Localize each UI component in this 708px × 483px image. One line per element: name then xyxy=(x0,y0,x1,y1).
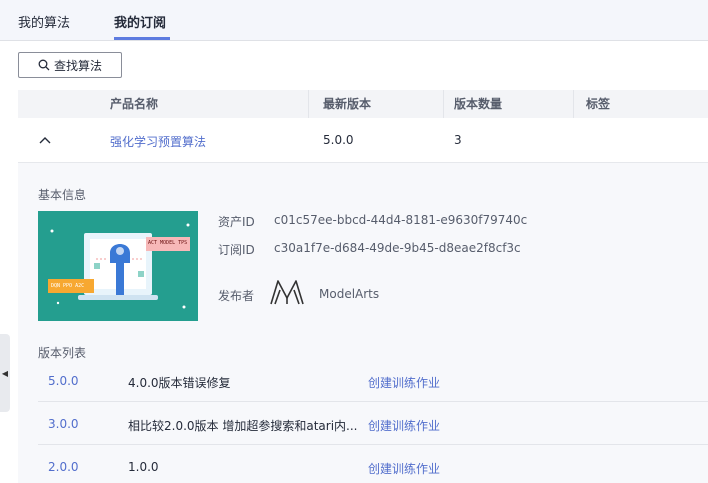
column-header-version-count: 版本数量 xyxy=(454,97,503,111)
table-header: 产品名称 最新版本 版本数量 标签 xyxy=(18,90,708,118)
find-algorithm-label: 查找算法 xyxy=(53,58,102,73)
table-row: 强化学习预置算法 5.0.0 3 xyxy=(18,118,708,163)
divider xyxy=(38,401,708,402)
basic-info-title: 基本信息 xyxy=(38,188,87,202)
latest-version-value: 5.0.0 xyxy=(323,133,354,147)
create-training-job-link[interactable]: 创建训练作业 xyxy=(368,460,440,477)
version-list-title: 版本列表 xyxy=(38,346,87,360)
caret-left-icon: ◀ xyxy=(1,368,9,378)
version-link[interactable]: 2.0.0 xyxy=(48,460,79,474)
thumbnail-label-bottom: DQN PPO A2C xyxy=(51,283,85,289)
column-divider xyxy=(308,90,309,118)
algorithm-thumbnail: ACT MODEL TPS DQN PPO A2C xyxy=(38,211,198,321)
find-algorithm-button[interactable]: 查找算法 xyxy=(18,52,122,78)
column-header-product-name: 产品名称 xyxy=(110,97,159,111)
publisher-value: ModelArts xyxy=(319,287,380,301)
subscription-id-label: 订阅ID xyxy=(218,243,255,257)
column-header-tags: 标签 xyxy=(586,97,611,111)
version-description: 1.0.0 xyxy=(128,460,159,474)
publisher-label: 发布者 xyxy=(218,289,255,303)
tab-my-subscriptions[interactable]: 我的订阅 xyxy=(114,12,166,31)
thumbnail-label-top: ACT MODEL TPS xyxy=(148,240,188,246)
create-training-job-link[interactable]: 创建训练作业 xyxy=(368,417,440,434)
version-count-value: 3 xyxy=(454,133,462,147)
algorithm-illustration xyxy=(38,211,198,321)
column-divider xyxy=(443,90,444,118)
divider xyxy=(38,444,708,445)
column-header-latest-version: 最新版本 xyxy=(323,97,372,111)
column-divider xyxy=(573,90,574,118)
tab-bar: 我的算法 我的订阅 xyxy=(0,0,708,41)
create-training-job-link[interactable]: 创建训练作业 xyxy=(368,374,440,391)
search-icon xyxy=(38,59,50,71)
chevron-up-icon[interactable] xyxy=(39,136,51,144)
product-name-link[interactable]: 强化学习预置算法 xyxy=(110,133,206,150)
subscription-id-value: c30a1f7e-d684-49de-9b45-d8eae2f8cf3c xyxy=(274,241,521,255)
modelarts-logo-icon xyxy=(270,280,304,305)
sidebar-collapse-handle[interactable]: ◀ xyxy=(0,334,10,412)
asset-id-label: 资产ID xyxy=(218,215,255,229)
asset-id-value: c01c57ee-bbcd-44d4-8181-e9630f79740c xyxy=(274,213,528,227)
active-tab-indicator xyxy=(114,37,170,40)
version-description: 4.0.0版本错误修复 xyxy=(128,376,231,390)
version-link[interactable]: 3.0.0 xyxy=(48,417,79,431)
version-link[interactable]: 5.0.0 xyxy=(48,374,79,388)
tab-my-algorithms[interactable]: 我的算法 xyxy=(18,12,70,31)
version-description: 相比较2.0.0版本 增加超参搜索和atari内... xyxy=(128,419,358,433)
